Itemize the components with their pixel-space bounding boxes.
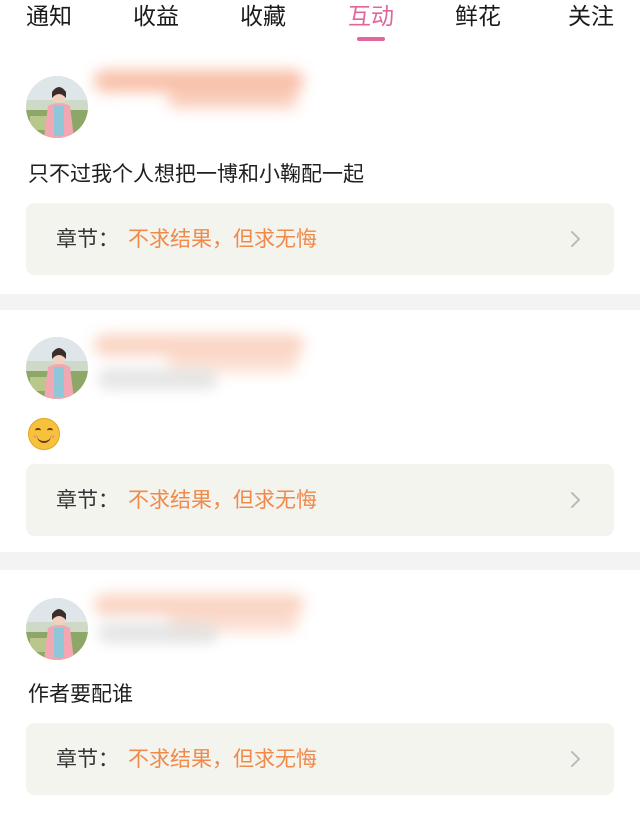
interaction-card: 章节： 不求结果，但求无悔 [0, 310, 640, 550]
redacted-username [88, 56, 318, 126]
chapter-title: 不求结果，但求无悔 [128, 227, 317, 251]
tab-label: 收益 [133, 4, 179, 30]
interaction-card: 只不过我个人想把一博和小鞠配一起 章节： 不求结果，但求无悔 [0, 46, 640, 294]
chapter-title: 不求结果，但求无悔 [128, 747, 317, 771]
avatar-image [26, 76, 88, 138]
chevron-right-icon [571, 492, 580, 508]
chapter-label: 章节： [56, 227, 119, 251]
chapter-label: 章节： [56, 747, 119, 771]
tab-favorites[interactable]: 收藏 [240, 0, 286, 46]
section-divider [0, 294, 640, 310]
tab-label: 收藏 [240, 4, 286, 30]
chapter-link[interactable]: 章节： 不求结果，但求无悔 [26, 723, 614, 795]
tab-label: 通知 [26, 4, 72, 30]
tab-label: 互动 [348, 4, 394, 30]
tab-interactions[interactable]: 互动 [348, 0, 394, 46]
tab-earnings[interactable]: 收益 [133, 0, 179, 46]
active-tab-indicator [357, 37, 385, 41]
chapter-link[interactable]: 章节： 不求结果，但求无悔 [26, 203, 614, 275]
chapter-title: 不求结果，但求无悔 [128, 488, 317, 512]
section-divider [0, 552, 640, 570]
tab-label: 鲜花 [455, 4, 501, 30]
interaction-tab-bar: 通知 收益 收藏 互动 鲜花 关注 [0, 0, 640, 46]
tab-notifications[interactable]: 通知 [26, 0, 72, 46]
chapter-label: 章节： [56, 488, 119, 512]
interaction-card: 作者要配谁 章节： 不求结果，但求无悔 [0, 570, 640, 814]
tab-flowers[interactable]: 鲜花 [455, 0, 501, 46]
tab-label: 关注 [568, 4, 614, 30]
redacted-timestamp [98, 368, 218, 390]
comment-text: 只不过我个人想把一博和小鞠配一起 [28, 162, 364, 186]
tab-following[interactable]: 关注 [568, 0, 614, 46]
chevron-right-icon [571, 231, 580, 247]
avatar-image [26, 337, 88, 399]
chevron-right-icon [571, 751, 580, 767]
avatar[interactable] [26, 598, 88, 660]
avatar[interactable] [26, 76, 88, 138]
comment-text: 作者要配谁 [28, 682, 133, 706]
avatar-image [26, 598, 88, 660]
chapter-link[interactable]: 章节： 不求结果，但求无悔 [26, 464, 614, 536]
avatar[interactable] [26, 337, 88, 399]
redacted-timestamp [98, 622, 218, 644]
smiling-face-emoji-icon [28, 418, 60, 450]
